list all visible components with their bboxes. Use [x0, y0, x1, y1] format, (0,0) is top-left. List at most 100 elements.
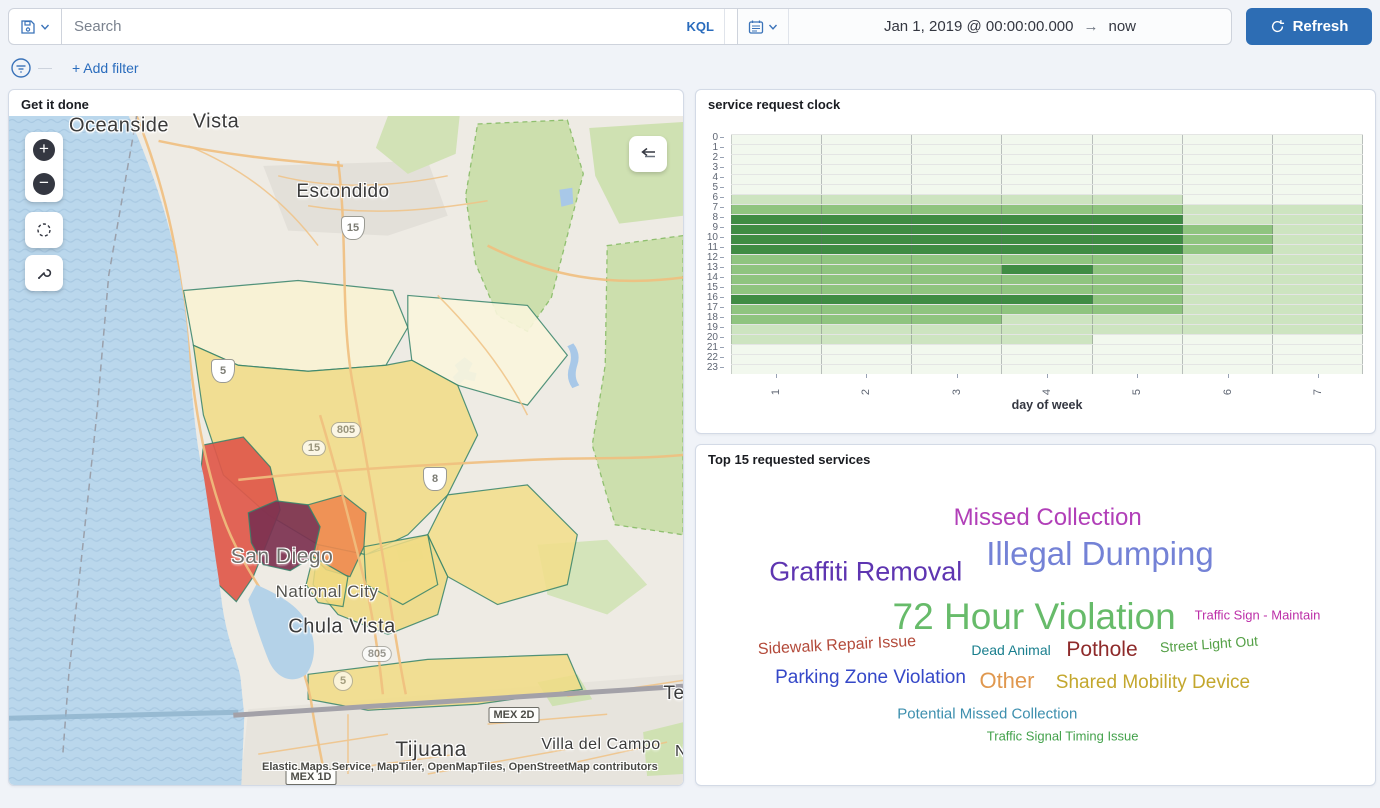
heatmap-cell-h15-d5[interactable]	[1093, 285, 1183, 294]
heatmap-cell-h0-d4[interactable]	[1002, 135, 1092, 144]
heatmap-cell-h16-d3[interactable]	[912, 295, 1002, 304]
heatmap-cell-h17-d4[interactable]	[1002, 305, 1092, 314]
tag-word[interactable]: Dead Animal	[971, 642, 1050, 658]
heatmap-cell-h15-d2[interactable]	[822, 285, 912, 294]
heatmap-cell-h18-d6[interactable]	[1183, 315, 1273, 324]
draw-tools-button[interactable]	[25, 255, 63, 291]
heatmap-cell-h1-d5[interactable]	[1093, 145, 1183, 154]
heatmap-cell-h3-d3[interactable]	[912, 165, 1002, 174]
heatmap-cell-h6-d3[interactable]	[912, 195, 1002, 204]
heatmap-cell-h2-d6[interactable]	[1183, 155, 1273, 164]
heatmap-cell-h21-d1[interactable]	[731, 345, 822, 354]
heatmap-cell-h6-d4[interactable]	[1002, 195, 1092, 204]
heatmap-cell-h4-d7[interactable]	[1273, 175, 1363, 184]
heatmap-cell-h9-d5[interactable]	[1093, 225, 1183, 234]
heatmap-cell-h19-d3[interactable]	[912, 325, 1002, 334]
heatmap-cell-h14-d5[interactable]	[1093, 275, 1183, 284]
heatmap-cell-h13-d5[interactable]	[1093, 265, 1183, 274]
heatmap-cell-h22-d1[interactable]	[731, 355, 822, 364]
heatmap-cell-h10-d4[interactable]	[1002, 235, 1092, 244]
heatmap-cell-h1-d6[interactable]	[1183, 145, 1273, 154]
heatmap-cell-h23-d2[interactable]	[822, 365, 912, 374]
heatmap-cell-h23-d4[interactable]	[1002, 365, 1092, 374]
heatmap-cell-h8-d6[interactable]	[1183, 215, 1273, 224]
heatmap-cell-h19-d1[interactable]	[731, 325, 822, 334]
heatmap-cell-h9-d6[interactable]	[1183, 225, 1273, 234]
heatmap-cell-h1-d3[interactable]	[912, 145, 1002, 154]
heatmap-cell-h0-d7[interactable]	[1273, 135, 1363, 144]
heatmap-cell-h2-d1[interactable]	[731, 155, 822, 164]
heatmap-cell-h13-d6[interactable]	[1183, 265, 1273, 274]
tag-word[interactable]: Missed Collection	[954, 504, 1142, 532]
heatmap-cell-h10-d3[interactable]	[912, 235, 1002, 244]
heatmap-cell-h22-d5[interactable]	[1093, 355, 1183, 364]
tag-word[interactable]: Illegal Dumping	[986, 535, 1213, 573]
date-range-end[interactable]: now	[1109, 18, 1137, 35]
heatmap-cell-h20-d6[interactable]	[1183, 335, 1273, 344]
heatmap-cell-h4-d4[interactable]	[1002, 175, 1092, 184]
heatmap-cell-h11-d1[interactable]	[731, 245, 822, 254]
heatmap-cell-h9-d3[interactable]	[912, 225, 1002, 234]
tag-word[interactable]: Graffiti Removal	[769, 557, 962, 588]
heatmap-cell-h17-d2[interactable]	[822, 305, 912, 314]
heatmap-cell-h7-d2[interactable]	[822, 205, 912, 214]
heatmap-cell-h12-d3[interactable]	[912, 255, 1002, 264]
heatmap-cell-h16-d1[interactable]	[731, 295, 822, 304]
heatmap-cell-h20-d3[interactable]	[912, 335, 1002, 344]
heatmap-cell-h16-d6[interactable]	[1183, 295, 1273, 304]
heatmap-cell-h14-d6[interactable]	[1183, 275, 1273, 284]
heatmap-cell-h4-d2[interactable]	[822, 175, 912, 184]
heatmap-cell-h6-d2[interactable]	[822, 195, 912, 204]
heatmap-cell-h0-d2[interactable]	[822, 135, 912, 144]
heatmap-cell-h8-d2[interactable]	[822, 215, 912, 224]
heatmap-cell-h17-d3[interactable]	[912, 305, 1002, 314]
heatmap-cell-h12-d1[interactable]	[731, 255, 822, 264]
heatmap-cell-h12-d7[interactable]	[1273, 255, 1363, 264]
kql-badge[interactable]: KQL	[677, 9, 725, 44]
heatmap-cell-h2-d3[interactable]	[912, 155, 1002, 164]
heatmap-cell-h2-d5[interactable]	[1093, 155, 1183, 164]
heatmap-cell-h10-d6[interactable]	[1183, 235, 1273, 244]
heatmap-cell-h4-d5[interactable]	[1093, 175, 1183, 184]
heatmap-cell-h10-d1[interactable]	[731, 235, 822, 244]
heatmap-cell-h20-d5[interactable]	[1093, 335, 1183, 344]
tag-word[interactable]: Shared Mobility Device	[1056, 672, 1250, 694]
heatmap-cell-h21-d3[interactable]	[912, 345, 1002, 354]
heatmap-cell-h19-d4[interactable]	[1002, 325, 1092, 334]
heatmap-cell-h11-d2[interactable]	[822, 245, 912, 254]
heatmap-cell-h3-d5[interactable]	[1093, 165, 1183, 174]
heatmap-cell-h18-d5[interactable]	[1093, 315, 1183, 324]
heatmap-cell-h17-d1[interactable]	[731, 305, 822, 314]
heatmap-cell-h5-d4[interactable]	[1002, 185, 1092, 194]
heatmap-cell-h21-d5[interactable]	[1093, 345, 1183, 354]
heatmap-cell-h22-d2[interactable]	[822, 355, 912, 364]
heatmap-cell-h15-d3[interactable]	[912, 285, 1002, 294]
heatmap-cell-h7-d5[interactable]	[1093, 205, 1183, 214]
heatmap-cell-h5-d7[interactable]	[1273, 185, 1363, 194]
heatmap-cell-h15-d1[interactable]	[731, 285, 822, 294]
heatmap-cell-h16-d5[interactable]	[1093, 295, 1183, 304]
heatmap-cell-h18-d1[interactable]	[731, 315, 822, 324]
heatmap-cell-h0-d5[interactable]	[1093, 135, 1183, 144]
add-filter-button[interactable]: + Add filter	[72, 60, 139, 76]
heatmap-cell-h10-d5[interactable]	[1093, 235, 1183, 244]
heatmap-cell-h17-d7[interactable]	[1273, 305, 1363, 314]
heatmap-cell-h23-d7[interactable]	[1273, 365, 1363, 374]
heatmap-cell-h5-d6[interactable]	[1183, 185, 1273, 194]
heatmap-cell-h8-d3[interactable]	[912, 215, 1002, 224]
heatmap-cell-h11-d4[interactable]	[1002, 245, 1092, 254]
filter-icon[interactable]	[10, 57, 32, 79]
heatmap-cell-h1-d7[interactable]	[1273, 145, 1363, 154]
heatmap-cell-h6-d5[interactable]	[1093, 195, 1183, 204]
calendar-button[interactable]	[738, 9, 789, 44]
heatmap-cell-h5-d3[interactable]	[912, 185, 1002, 194]
refresh-button[interactable]: Refresh	[1246, 8, 1372, 45]
heatmap-cell-h8-d1[interactable]	[731, 215, 822, 224]
search-input[interactable]: Search KQL	[62, 8, 738, 45]
heatmap-cell-h11-d7[interactable]	[1273, 245, 1363, 254]
heatmap-cell-h0-d3[interactable]	[912, 135, 1002, 144]
heatmap-cell-h15-d7[interactable]	[1273, 285, 1363, 294]
heatmap-cell-h7-d1[interactable]	[731, 205, 822, 214]
heatmap-cell-h9-d2[interactable]	[822, 225, 912, 234]
collapse-legend-button[interactable]	[629, 136, 667, 172]
